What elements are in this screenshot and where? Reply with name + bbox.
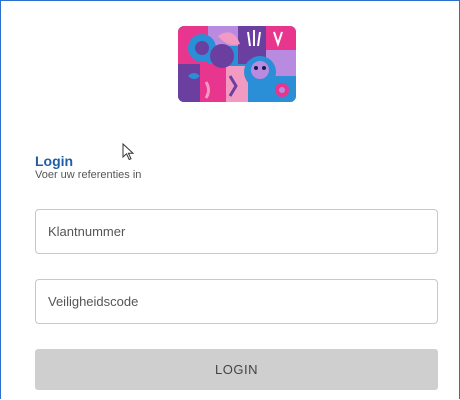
login-title: Login — [35, 153, 74, 169]
customer-number-field[interactable] — [35, 209, 438, 254]
security-code-input[interactable] — [36, 280, 437, 323]
login-subtitle: Voer uw referenties in — [35, 169, 142, 181]
mouse-pointer-icon — [122, 143, 135, 161]
brand-logo — [178, 26, 296, 102]
security-code-field[interactable] — [35, 279, 438, 324]
customer-number-input[interactable] — [36, 210, 437, 253]
login-button[interactable]: LOGIN — [35, 349, 438, 390]
